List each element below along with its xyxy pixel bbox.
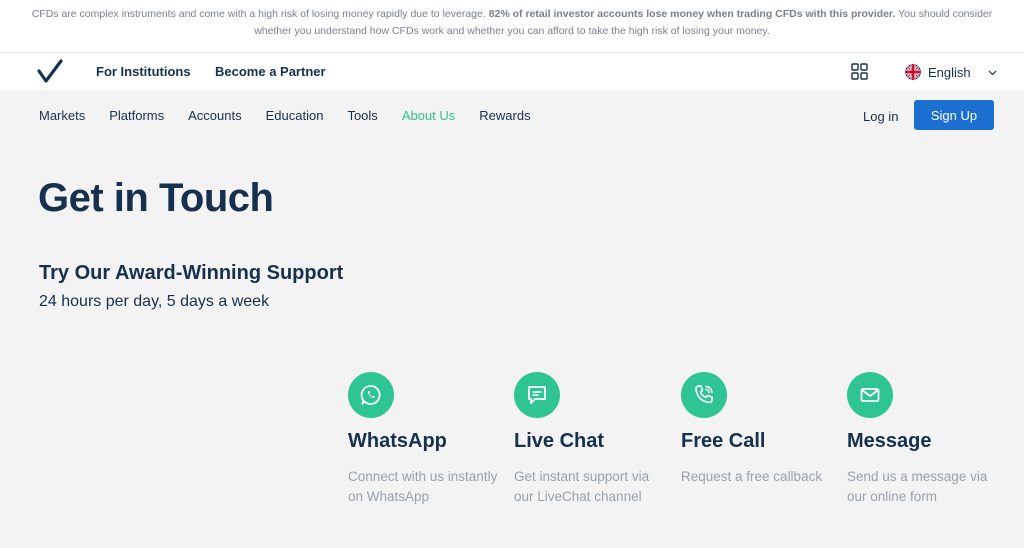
channel-desc: Send us a message via our online form bbox=[847, 469, 988, 504]
channel-title: Live Chat bbox=[514, 430, 605, 452]
uk-flag-icon bbox=[905, 64, 921, 80]
top-bar: For Institutions Become a Partner Englis… bbox=[0, 52, 1024, 90]
nav-markets[interactable]: Markets bbox=[39, 108, 85, 123]
language-selector[interactable]: English bbox=[905, 63, 997, 81]
support-heading: Try Our Award-Winning Support bbox=[39, 262, 344, 284]
nav-rewards[interactable]: Rewards bbox=[479, 108, 530, 123]
chevron-down-icon bbox=[988, 70, 997, 75]
language-label: English bbox=[928, 64, 971, 80]
nav-about-us[interactable]: About Us bbox=[402, 108, 455, 123]
nav-tools[interactable]: Tools bbox=[347, 108, 377, 123]
signup-button[interactable]: Sign Up bbox=[914, 100, 994, 130]
channel-card-free-call[interactable]: Free Call Request a free callback bbox=[681, 372, 831, 487]
nav-platforms[interactable]: Platforms bbox=[109, 108, 164, 123]
login-link[interactable]: Log in bbox=[863, 109, 898, 124]
envelope-icon bbox=[847, 372, 893, 418]
for-institutions-link[interactable]: For Institutions bbox=[96, 64, 191, 79]
page-title: Get in Touch bbox=[38, 176, 274, 220]
apps-grid-icon[interactable] bbox=[851, 63, 868, 80]
channel-card-message[interactable]: Message Send us a message via our online… bbox=[847, 372, 997, 507]
channel-title: Message bbox=[847, 430, 932, 452]
risk-text-bold: 82% of retail investor accounts lose mon… bbox=[488, 8, 896, 20]
chat-icon bbox=[514, 372, 560, 418]
channel-title: WhatsApp bbox=[348, 430, 447, 452]
channel-desc: Request a free callback bbox=[681, 469, 823, 484]
main-content: Markets Platforms Accounts Education Too… bbox=[0, 90, 1024, 548]
risk-warning-banner: CFDs are complex instruments and come wi… bbox=[0, 0, 1024, 52]
become-partner-link[interactable]: Become a Partner bbox=[215, 64, 326, 79]
channel-title: Free Call bbox=[681, 430, 766, 452]
checkmark-logo[interactable] bbox=[36, 59, 64, 85]
whatsapp-icon bbox=[348, 372, 394, 418]
nav-accounts[interactable]: Accounts bbox=[188, 108, 241, 123]
channel-desc: Get instant support via our LiveChat cha… bbox=[514, 469, 650, 504]
nav-education[interactable]: Education bbox=[266, 108, 324, 123]
support-hours: 24 hours per day, 5 days a week bbox=[39, 293, 270, 310]
phone-icon bbox=[681, 372, 727, 418]
channel-desc: Connect with us instantly on WhatsApp bbox=[348, 469, 498, 504]
channel-card-whatsapp[interactable]: WhatsApp Connect with us instantly on Wh… bbox=[348, 372, 498, 507]
channel-card-live-chat[interactable]: Live Chat Get instant support via our Li… bbox=[514, 372, 664, 507]
main-nav: Markets Platforms Accounts Education Too… bbox=[39, 108, 555, 123]
risk-text-pre: CFDs are complex instruments and come wi… bbox=[31, 8, 489, 20]
